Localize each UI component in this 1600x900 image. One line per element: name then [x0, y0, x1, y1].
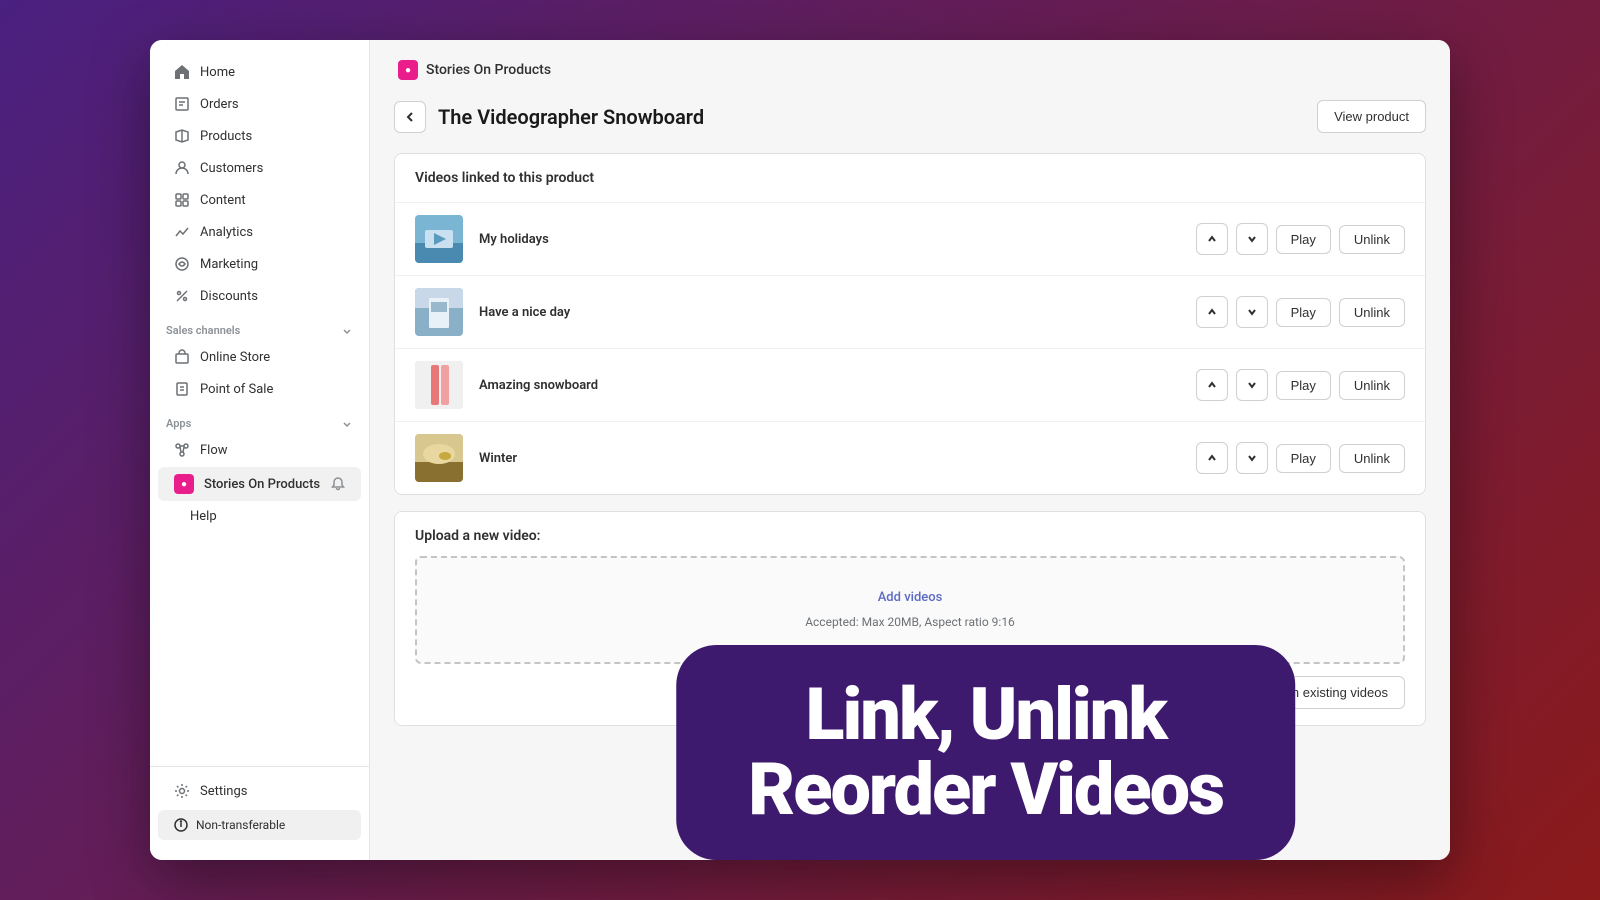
- move-up-button-3[interactable]: [1196, 369, 1228, 401]
- video-thumbnail-4: [415, 434, 463, 482]
- sidebar-item-flow[interactable]: Flow: [158, 435, 361, 465]
- marketing-icon: [174, 256, 190, 272]
- video-thumbnail-2: [415, 288, 463, 336]
- sidebar-item-home[interactable]: Home: [158, 57, 361, 87]
- move-down-button-1[interactable]: [1236, 223, 1268, 255]
- sidebar-item-analytics[interactable]: Analytics: [158, 217, 361, 247]
- non-transferable-label: Non-transferable: [196, 818, 285, 832]
- sidebar-item-settings[interactable]: Settings: [158, 776, 361, 806]
- video-name-3: Amazing snowboard: [479, 378, 1180, 393]
- sidebar-item-label: Stories On Products: [204, 477, 320, 492]
- sidebar-item-products[interactable]: Products: [158, 121, 361, 151]
- sales-channels-section: Sales channels: [150, 312, 369, 341]
- sidebar-item-online-store[interactable]: Online Store: [158, 342, 361, 372]
- video-actions-1: Play Unlink: [1196, 223, 1405, 255]
- move-up-button-4[interactable]: [1196, 442, 1228, 474]
- stories-on-products-icon: ●: [174, 474, 194, 494]
- sidebar-bottom: Settings Non-transferable: [150, 766, 369, 844]
- play-button-3[interactable]: Play: [1276, 371, 1331, 400]
- choose-existing-button[interactable]: Or choose from existing videos: [1193, 676, 1405, 709]
- move-down-button-3[interactable]: [1236, 369, 1268, 401]
- apps-section: Apps: [150, 405, 369, 434]
- sidebar-item-label: Customers: [200, 161, 263, 176]
- videos-card: Videos linked to this product My holiday…: [394, 153, 1426, 495]
- upload-card: Upload a new video: Add videos Accepted:…: [394, 511, 1426, 726]
- video-name-1: My holidays: [479, 232, 1180, 247]
- back-button[interactable]: [394, 101, 426, 133]
- upload-hint: Accepted: Max 20MB, Aspect ratio 9:16: [805, 615, 1015, 629]
- page-title: The Videographer Snowboard: [438, 105, 704, 129]
- video-actions-3: Play Unlink: [1196, 369, 1405, 401]
- home-icon: [174, 64, 190, 80]
- non-transferable-badge[interactable]: Non-transferable: [158, 810, 361, 840]
- sidebar-item-label: Marketing: [200, 257, 258, 272]
- page-header-left: The Videographer Snowboard: [394, 101, 704, 133]
- sidebar-item-label: Orders: [200, 97, 239, 112]
- app-header-icon: ●: [398, 60, 418, 80]
- upload-card-footer: Or choose from existing videos: [415, 676, 1405, 709]
- unlink-button-3[interactable]: Unlink: [1339, 371, 1405, 400]
- online-store-icon: [174, 349, 190, 365]
- discounts-icon: [174, 288, 190, 304]
- video-row: Have a nice day Play Unlink: [395, 276, 1425, 349]
- sidebar-item-marketing[interactable]: Marketing: [158, 249, 361, 279]
- pos-icon: [174, 381, 190, 397]
- play-button-4[interactable]: Play: [1276, 444, 1331, 473]
- video-row: Amazing snowboard Play Unlink: [395, 349, 1425, 422]
- sidebar-item-stories-on-products[interactable]: ● Stories On Products: [158, 467, 361, 501]
- unlink-button-4[interactable]: Unlink: [1339, 444, 1405, 473]
- video-thumbnail-1: [415, 215, 463, 263]
- sidebar-item-label: Flow: [200, 443, 228, 458]
- video-thumbnail-3: [415, 361, 463, 409]
- products-icon: [174, 128, 190, 144]
- analytics-icon: [174, 224, 190, 240]
- sidebar-item-label: Products: [200, 129, 252, 144]
- sidebar: Home Orders Products: [150, 40, 370, 860]
- upload-dropzone[interactable]: Add videos Accepted: Max 20MB, Aspect ra…: [415, 556, 1405, 664]
- content-icon: [174, 192, 190, 208]
- videos-card-header: Videos linked to this product: [395, 154, 1425, 203]
- sidebar-item-orders[interactable]: Orders: [158, 89, 361, 119]
- unlink-button-2[interactable]: Unlink: [1339, 298, 1405, 327]
- orders-icon: [174, 96, 190, 112]
- page-header: The Videographer Snowboard View product: [394, 100, 1426, 133]
- add-videos-link[interactable]: Add videos: [449, 590, 1371, 605]
- sidebar-item-label: Online Store: [200, 350, 270, 365]
- play-button-1[interactable]: Play: [1276, 225, 1331, 254]
- video-name-4: Winter: [479, 451, 1180, 466]
- sidebar-item-customers[interactable]: Customers: [158, 153, 361, 183]
- sidebar-item-label: Content: [200, 193, 246, 208]
- sidebar-item-content[interactable]: Content: [158, 185, 361, 215]
- settings-icon: [174, 783, 190, 799]
- video-name-2: Have a nice day: [479, 305, 1180, 320]
- view-product-button[interactable]: View product: [1317, 100, 1426, 133]
- video-row: My holidays Play Unlink: [395, 203, 1425, 276]
- main-content: ● Stories On Products The Videographer S…: [370, 40, 1450, 860]
- upload-card-title: Upload a new video:: [415, 528, 1405, 544]
- video-actions-2: Play Unlink: [1196, 296, 1405, 328]
- move-up-button-2[interactable]: [1196, 296, 1228, 328]
- app-header-title: Stories On Products: [426, 62, 551, 78]
- unlink-button-1[interactable]: Unlink: [1339, 225, 1405, 254]
- sidebar-item-label: Settings: [200, 784, 247, 799]
- sidebar-item-label: Point of Sale: [200, 382, 273, 397]
- sidebar-subitem-help[interactable]: Help: [158, 503, 361, 530]
- sidebar-item-label: Discounts: [200, 289, 258, 304]
- sidebar-item-discounts[interactable]: Discounts: [158, 281, 361, 311]
- customers-icon: [174, 160, 190, 176]
- sidebar-item-label: Analytics: [200, 225, 253, 240]
- sidebar-item-label: Help: [190, 509, 217, 524]
- move-down-button-4[interactable]: [1236, 442, 1268, 474]
- move-down-button-2[interactable]: [1236, 296, 1268, 328]
- play-button-2[interactable]: Play: [1276, 298, 1331, 327]
- sidebar-item-point-of-sale[interactable]: Point of Sale: [158, 374, 361, 404]
- move-up-button-1[interactable]: [1196, 223, 1228, 255]
- video-actions-4: Play Unlink: [1196, 442, 1405, 474]
- video-row: Winter Play Unlink: [395, 422, 1425, 494]
- flow-icon: [174, 442, 190, 458]
- sidebar-item-label: Home: [200, 65, 235, 80]
- bell-notification-icon[interactable]: [331, 477, 345, 491]
